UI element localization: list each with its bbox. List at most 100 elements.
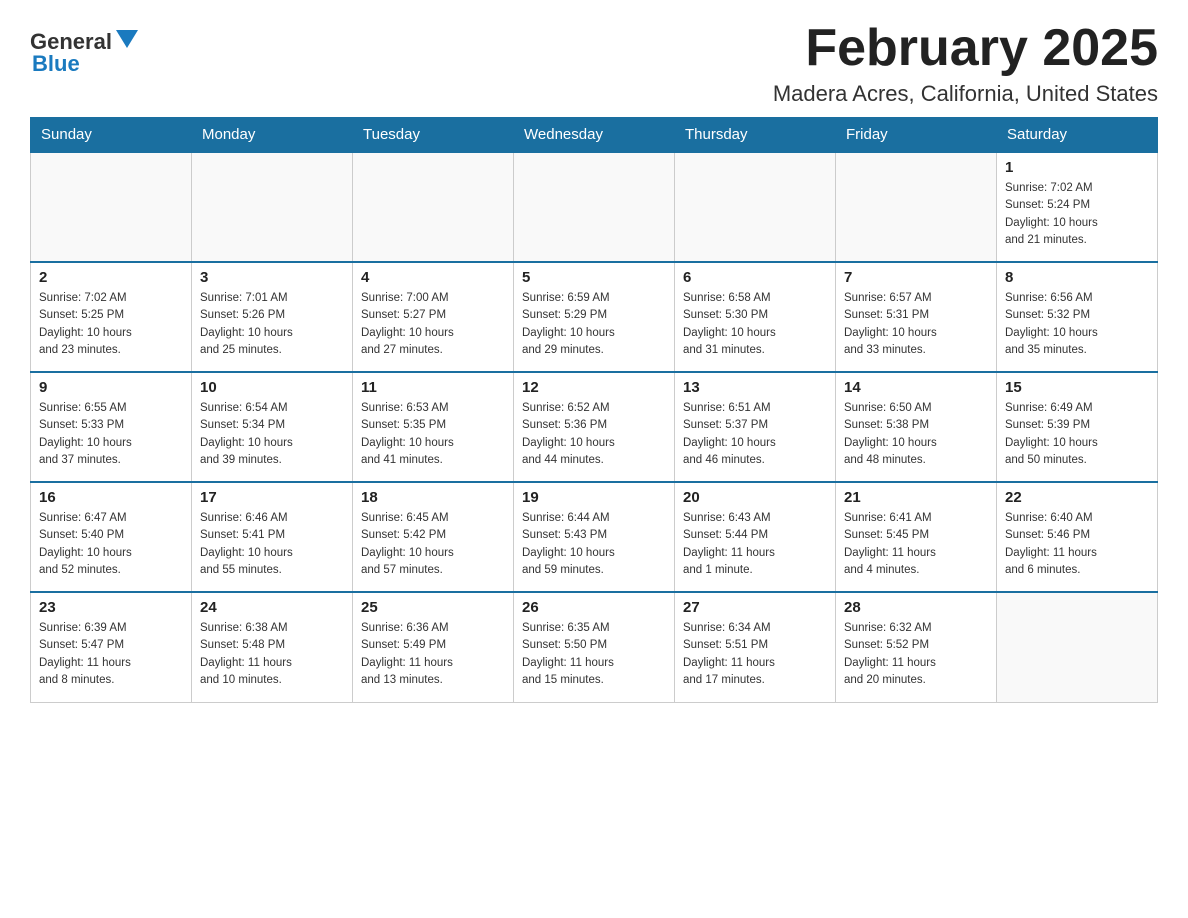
calendar-day-cell: [997, 592, 1158, 702]
day-number: 21: [844, 489, 988, 506]
calendar-day-cell: 7 Sunrise: 6:57 AMSunset: 5:31 PMDaylight…: [836, 262, 997, 372]
day-info: Sunrise: 7:02 AMSunset: 5:24 PMDaylight:…: [1005, 180, 1149, 249]
day-info: Sunrise: 6:34 AMSunset: 5:51 PMDaylight:…: [683, 620, 827, 689]
day-info: Sunrise: 6:44 AMSunset: 5:43 PMDaylight:…: [522, 510, 666, 579]
day-of-week-header: Tuesday: [353, 118, 514, 153]
day-number: 24: [200, 599, 344, 616]
day-info: Sunrise: 6:36 AMSunset: 5:49 PMDaylight:…: [361, 620, 505, 689]
day-number: 11: [361, 379, 505, 396]
logo-blue: Blue: [32, 53, 80, 75]
calendar-week-row: 16 Sunrise: 6:47 AMSunset: 5:40 PMDayligh…: [31, 482, 1158, 592]
calendar-day-cell: [514, 152, 675, 262]
day-info: Sunrise: 6:39 AMSunset: 5:47 PMDaylight:…: [39, 620, 183, 689]
calendar-day-cell: 8 Sunrise: 6:56 AMSunset: 5:32 PMDaylight…: [997, 262, 1158, 372]
day-info: Sunrise: 6:41 AMSunset: 5:45 PMDaylight:…: [844, 510, 988, 579]
day-number: 13: [683, 379, 827, 396]
calendar-day-cell: 18 Sunrise: 6:45 AMSunset: 5:42 PMDayligh…: [353, 482, 514, 592]
calendar-day-cell: 1 Sunrise: 7:02 AMSunset: 5:24 PMDaylight…: [997, 152, 1158, 262]
calendar-day-cell: [31, 152, 192, 262]
page-header: General Blue February 2025 Madera Acres,…: [30, 20, 1158, 107]
day-info: Sunrise: 6:57 AMSunset: 5:31 PMDaylight:…: [844, 290, 988, 359]
calendar-day-cell: 27 Sunrise: 6:34 AMSunset: 5:51 PMDayligh…: [675, 592, 836, 702]
day-number: 16: [39, 489, 183, 506]
day-info: Sunrise: 6:56 AMSunset: 5:32 PMDaylight:…: [1005, 290, 1149, 359]
day-info: Sunrise: 6:43 AMSunset: 5:44 PMDaylight:…: [683, 510, 827, 579]
day-of-week-header: Friday: [836, 118, 997, 153]
day-info: Sunrise: 7:02 AMSunset: 5:25 PMDaylight:…: [39, 290, 183, 359]
calendar-day-cell: 3 Sunrise: 7:01 AMSunset: 5:26 PMDaylight…: [192, 262, 353, 372]
day-number: 28: [844, 599, 988, 616]
calendar-day-cell: 25 Sunrise: 6:36 AMSunset: 5:49 PMDayligh…: [353, 592, 514, 702]
calendar-day-cell: 23 Sunrise: 6:39 AMSunset: 5:47 PMDayligh…: [31, 592, 192, 702]
day-number: 12: [522, 379, 666, 396]
day-number: 5: [522, 269, 666, 286]
calendar-title: February 2025: [773, 20, 1158, 77]
day-number: 3: [200, 269, 344, 286]
day-info: Sunrise: 7:00 AMSunset: 5:27 PMDaylight:…: [361, 290, 505, 359]
day-number: 19: [522, 489, 666, 506]
day-info: Sunrise: 6:59 AMSunset: 5:29 PMDaylight:…: [522, 290, 666, 359]
calendar-day-cell: [192, 152, 353, 262]
day-number: 8: [1005, 269, 1149, 286]
day-number: 18: [361, 489, 505, 506]
day-of-week-header: Thursday: [675, 118, 836, 153]
calendar-table: SundayMondayTuesdayWednesdayThursdayFrid…: [30, 117, 1158, 703]
day-info: Sunrise: 6:45 AMSunset: 5:42 PMDaylight:…: [361, 510, 505, 579]
calendar-day-cell: 5 Sunrise: 6:59 AMSunset: 5:29 PMDaylight…: [514, 262, 675, 372]
day-info: Sunrise: 6:55 AMSunset: 5:33 PMDaylight:…: [39, 400, 183, 469]
day-number: 9: [39, 379, 183, 396]
logo-general: General: [30, 31, 112, 53]
calendar-day-cell: 22Sunrise: 6:40 AMSunset: 5:46 PMDayligh…: [997, 482, 1158, 592]
calendar-day-cell: 2 Sunrise: 7:02 AMSunset: 5:25 PMDaylight…: [31, 262, 192, 372]
day-info: Sunrise: 6:54 AMSunset: 5:34 PMDaylight:…: [200, 400, 344, 469]
day-number: 27: [683, 599, 827, 616]
day-number: 26: [522, 599, 666, 616]
calendar-week-row: 9 Sunrise: 6:55 AMSunset: 5:33 PMDaylight…: [31, 372, 1158, 482]
day-number: 7: [844, 269, 988, 286]
day-number: 22: [1005, 489, 1149, 506]
day-info: Sunrise: 6:46 AMSunset: 5:41 PMDaylight:…: [200, 510, 344, 579]
logo-triangle-icon: [116, 30, 138, 48]
day-info: Sunrise: 6:51 AMSunset: 5:37 PMDaylight:…: [683, 400, 827, 469]
calendar-day-cell: 20 Sunrise: 6:43 AMSunset: 5:44 PMDayligh…: [675, 482, 836, 592]
calendar-day-cell: 12 Sunrise: 6:52 AMSunset: 5:36 PMDayligh…: [514, 372, 675, 482]
title-block: February 2025 Madera Acres, California, …: [773, 20, 1158, 107]
day-number: 20: [683, 489, 827, 506]
calendar-day-cell: [836, 152, 997, 262]
day-number: 4: [361, 269, 505, 286]
calendar-day-cell: 17Sunrise: 6:46 AMSunset: 5:41 PMDayligh…: [192, 482, 353, 592]
day-info: Sunrise: 6:52 AMSunset: 5:36 PMDaylight:…: [522, 400, 666, 469]
calendar-day-cell: 19 Sunrise: 6:44 AMSunset: 5:43 PMDayligh…: [514, 482, 675, 592]
calendar-day-cell: [353, 152, 514, 262]
day-info: Sunrise: 7:01 AMSunset: 5:26 PMDaylight:…: [200, 290, 344, 359]
calendar-day-cell: 16 Sunrise: 6:47 AMSunset: 5:40 PMDayligh…: [31, 482, 192, 592]
calendar-day-cell: 13 Sunrise: 6:51 AMSunset: 5:37 PMDayligh…: [675, 372, 836, 482]
calendar-week-row: 23 Sunrise: 6:39 AMSunset: 5:47 PMDayligh…: [31, 592, 1158, 702]
day-info: Sunrise: 6:58 AMSunset: 5:30 PMDaylight:…: [683, 290, 827, 359]
day-number: 10: [200, 379, 344, 396]
calendar-week-row: 2 Sunrise: 7:02 AMSunset: 5:25 PMDaylight…: [31, 262, 1158, 372]
day-info: Sunrise: 6:38 AMSunset: 5:48 PMDaylight:…: [200, 620, 344, 689]
calendar-day-cell: 4 Sunrise: 7:00 AMSunset: 5:27 PMDaylight…: [353, 262, 514, 372]
day-number: 23: [39, 599, 183, 616]
calendar-subtitle: Madera Acres, California, United States: [773, 81, 1158, 107]
calendar-day-cell: [675, 152, 836, 262]
day-number: 1: [1005, 159, 1149, 176]
calendar-week-row: 1 Sunrise: 7:02 AMSunset: 5:24 PMDaylight…: [31, 152, 1158, 262]
day-of-week-header: Monday: [192, 118, 353, 153]
day-info: Sunrise: 6:47 AMSunset: 5:40 PMDaylight:…: [39, 510, 183, 579]
day-info: Sunrise: 6:53 AMSunset: 5:35 PMDaylight:…: [361, 400, 505, 469]
calendar-day-cell: 21 Sunrise: 6:41 AMSunset: 5:45 PMDayligh…: [836, 482, 997, 592]
day-info: Sunrise: 6:49 AMSunset: 5:39 PMDaylight:…: [1005, 400, 1149, 469]
day-number: 25: [361, 599, 505, 616]
logo: General Blue: [30, 30, 138, 75]
day-info: Sunrise: 6:32 AMSunset: 5:52 PMDaylight:…: [844, 620, 988, 689]
day-info: Sunrise: 6:50 AMSunset: 5:38 PMDaylight:…: [844, 400, 988, 469]
day-number: 2: [39, 269, 183, 286]
calendar-header-row: SundayMondayTuesdayWednesdayThursdayFrid…: [31, 118, 1158, 153]
day-of-week-header: Sunday: [31, 118, 192, 153]
calendar-day-cell: 11 Sunrise: 6:53 AMSunset: 5:35 PMDayligh…: [353, 372, 514, 482]
calendar-day-cell: 26Sunrise: 6:35 AMSunset: 5:50 PMDayligh…: [514, 592, 675, 702]
calendar-day-cell: 6Sunrise: 6:58 AMSunset: 5:30 PMDaylight…: [675, 262, 836, 372]
day-of-week-header: Wednesday: [514, 118, 675, 153]
